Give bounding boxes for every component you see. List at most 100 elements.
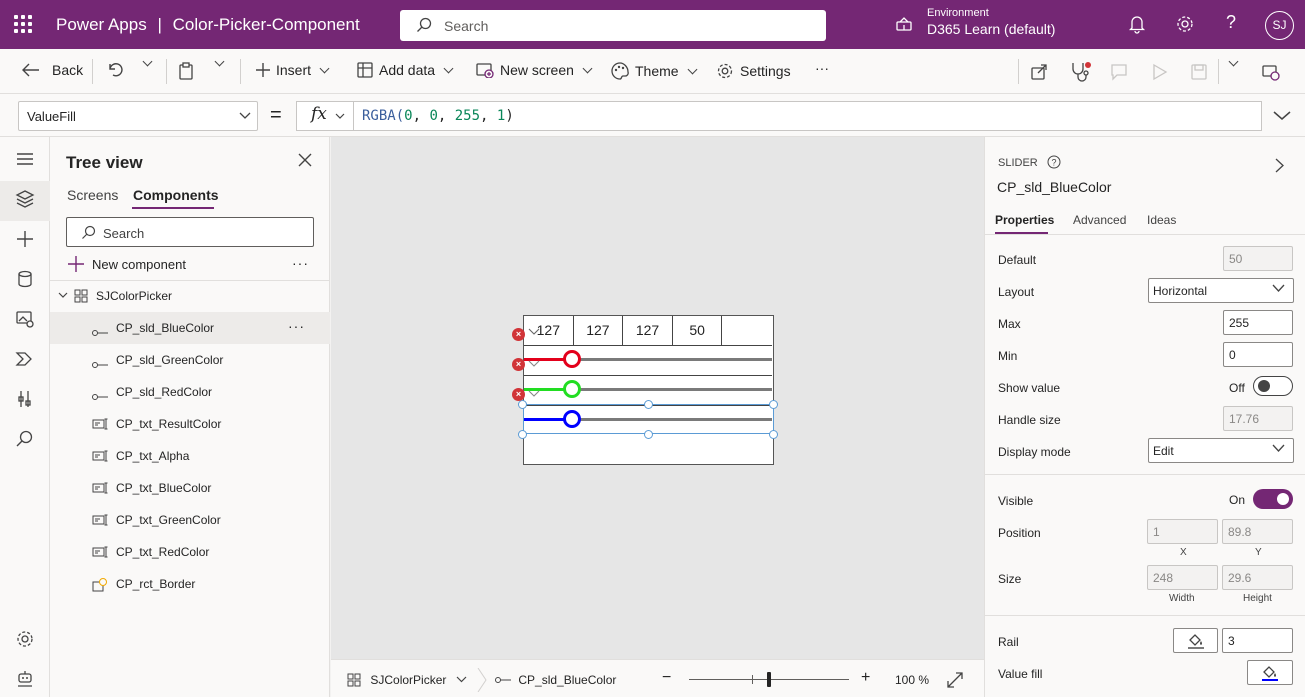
formula-input[interactable]: RGBA(0, 0, 255, 1) [353, 101, 1262, 131]
value-cell[interactable]: 127 [623, 316, 673, 346]
tab-ideas[interactable]: Ideas [1147, 213, 1176, 227]
environment-value[interactable]: D365 Learn (default) [927, 21, 1055, 37]
screen-breadcrumb[interactable]: SJColorPicker [347, 673, 467, 687]
help-icon[interactable]: ? [1226, 12, 1236, 33]
tab-components[interactable]: Components [133, 187, 219, 203]
tree-item[interactable]: CP_sld_BlueColor ··· [50, 312, 330, 344]
media-icon[interactable] [15, 309, 35, 329]
value-cell[interactable]: 50 [672, 316, 723, 346]
function-button[interactable]: fx [296, 101, 354, 131]
tree-item-root[interactable]: SJColorPicker [50, 280, 330, 312]
tree-item[interactable]: CP_txt_GreenColor [50, 504, 330, 536]
new-screen-button[interactable]: New screen [476, 62, 593, 78]
size-height-input[interactable]: 29.6 [1222, 565, 1293, 590]
insert-button[interactable]: Insert [256, 62, 330, 78]
rail-color-picker[interactable] [1173, 628, 1218, 653]
value-fill-color-picker[interactable] [1247, 660, 1293, 685]
add-data-button[interactable]: Add data [357, 62, 454, 78]
position-x-input[interactable]: 1 [1147, 519, 1218, 544]
zoom-in-button[interactable]: + [861, 669, 870, 687]
value-cell[interactable]: 127 [573, 316, 624, 346]
avatar[interactable]: SJ [1265, 11, 1294, 40]
gear-icon[interactable] [1175, 14, 1195, 34]
search-icon[interactable] [15, 429, 35, 449]
color-picker-component[interactable]: 127 127 127 50 × × × [512, 315, 778, 465]
publish-icon[interactable] [1262, 63, 1280, 81]
visible-toggle[interactable] [1253, 489, 1293, 509]
position-y-input[interactable]: 89.8 [1222, 519, 1293, 544]
bell-icon[interactable] [1128, 14, 1146, 34]
tree-item[interactable]: CP_sld_GreenColor [50, 344, 330, 376]
play-icon[interactable] [1152, 63, 1168, 81]
power-automate-icon[interactable] [15, 349, 35, 369]
resize-handle[interactable] [644, 430, 653, 439]
layout-select[interactable]: Horizontal [1148, 278, 1294, 303]
expand-formula-icon[interactable] [1273, 111, 1291, 121]
tree-search-input[interactable]: Search [66, 217, 314, 247]
display-mode-select[interactable]: Edit [1148, 438, 1294, 463]
size-width-input[interactable]: 248 [1147, 565, 1218, 590]
resize-handle[interactable] [644, 400, 653, 409]
more-options-icon[interactable]: ··· [288, 318, 305, 334]
environment-icon[interactable] [895, 16, 913, 34]
share-icon[interactable] [1030, 63, 1048, 81]
virtual-agent-icon[interactable] [15, 669, 35, 689]
new-component-button[interactable]: New component [68, 256, 186, 272]
settings-button[interactable]: Settings [716, 62, 791, 80]
resize-handle[interactable] [769, 400, 778, 409]
tree-item[interactable]: CP_sld_RedColor [50, 376, 330, 408]
hamburger-icon[interactable] [15, 149, 35, 169]
resize-handle[interactable] [518, 400, 527, 409]
app-launcher-icon[interactable] [14, 15, 32, 33]
error-icon[interactable]: × [512, 328, 525, 341]
tree-item[interactable]: CP_txt_BlueColor [50, 472, 330, 504]
zoom-out-button[interactable]: − [662, 669, 671, 687]
tree-item[interactable]: CP_txt_Alpha [50, 440, 330, 472]
layers-icon[interactable] [15, 189, 35, 209]
save-icon[interactable] [1190, 63, 1208, 81]
error-icon[interactable]: × [512, 358, 525, 371]
resize-handle[interactable] [769, 430, 778, 439]
tree-item[interactable]: CP_txt_ResultColor [50, 408, 330, 440]
tab-properties[interactable]: Properties [995, 213, 1054, 227]
tab-screens[interactable]: Screens [67, 187, 118, 203]
value-cell[interactable] [722, 316, 773, 346]
tab-advanced[interactable]: Advanced [1073, 213, 1126, 227]
more-commands-button[interactable]: ··· [815, 60, 829, 76]
tree-item[interactable]: CP_txt_RedColor [50, 536, 330, 568]
default-input[interactable]: 50 [1223, 246, 1293, 271]
undo-dropdown[interactable] [140, 56, 153, 67]
show-value-toggle[interactable] [1253, 376, 1293, 396]
tree-item[interactable]: CP_rct_Border [50, 568, 330, 600]
error-icon[interactable]: × [512, 388, 525, 401]
min-input[interactable]: 0 [1223, 342, 1293, 367]
close-icon[interactable] [298, 153, 312, 167]
slider-handle[interactable] [563, 350, 581, 368]
more-options-icon[interactable]: ··· [292, 255, 309, 271]
property-selector[interactable]: ValueFill [18, 101, 258, 131]
theme-button[interactable]: Theme [611, 62, 698, 80]
resize-handle[interactable] [518, 430, 527, 439]
max-input[interactable]: 255 [1223, 310, 1293, 335]
rail-thickness-input[interactable]: 3 [1222, 628, 1293, 653]
zoom-slider-thumb[interactable] [767, 672, 771, 687]
tools-icon[interactable] [15, 389, 35, 409]
data-icon[interactable] [15, 269, 35, 289]
handle-size-input[interactable]: 17.76 [1223, 406, 1293, 431]
control-breadcrumb[interactable]: CP_sld_BlueColor [495, 673, 616, 687]
control-name[interactable]: CP_sld_BlueColor [997, 179, 1111, 195]
settings-gear-icon[interactable] [15, 629, 35, 649]
paste-button[interactable] [178, 62, 194, 80]
design-canvas[interactable]: 127 127 127 50 × × × [331, 137, 984, 659]
paste-dropdown[interactable] [212, 56, 225, 67]
undo-button[interactable] [107, 62, 125, 78]
fit-to-window-icon[interactable] [947, 672, 963, 688]
insert-plus-icon[interactable] [15, 229, 35, 249]
save-dropdown[interactable] [1226, 56, 1239, 67]
app-checker-icon[interactable] [1069, 61, 1091, 83]
comments-icon[interactable] [1110, 63, 1128, 81]
help-circle-icon[interactable]: ? [1047, 155, 1061, 169]
chevron-right-icon[interactable] [1275, 158, 1284, 173]
back-button[interactable]: Back [22, 62, 83, 78]
slider-handle[interactable] [563, 380, 581, 398]
